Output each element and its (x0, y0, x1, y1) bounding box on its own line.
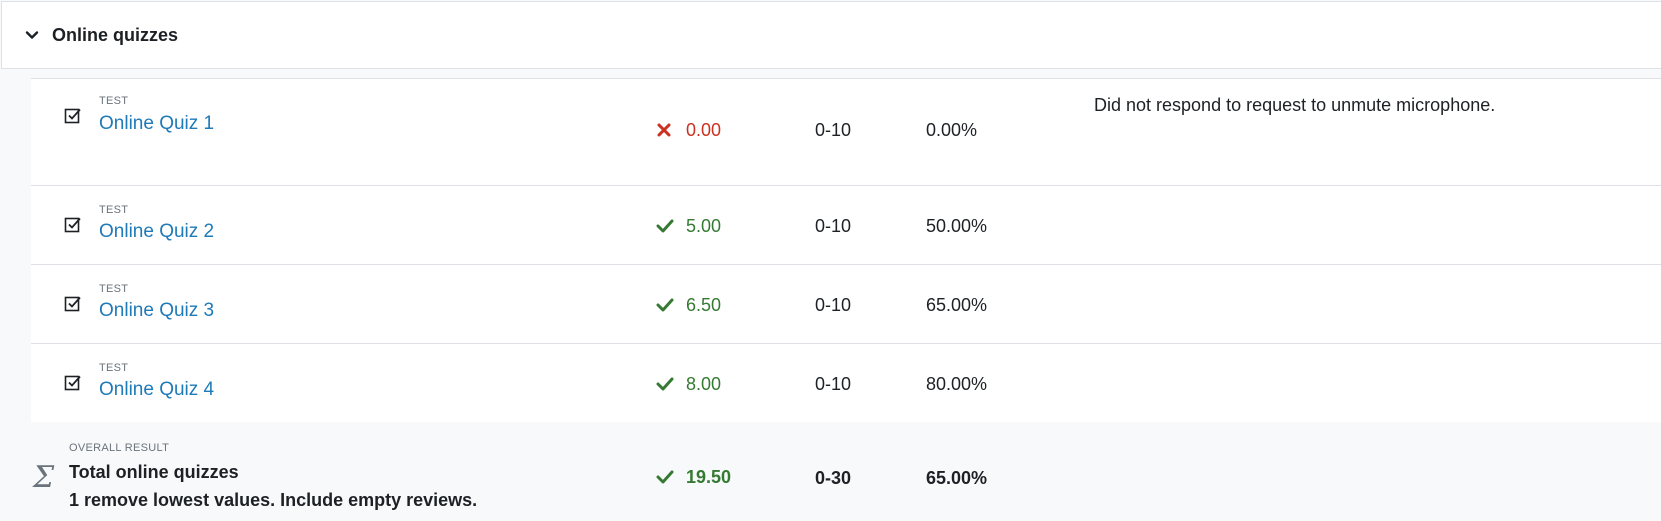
item-link-online-quiz-1[interactable]: Online Quiz 1 (99, 113, 214, 135)
check-icon (656, 376, 674, 394)
grade-value: 5.00 (656, 216, 721, 237)
total-aggregation-note: 1 remove lowest values. Include empty re… (69, 490, 478, 510)
grade-item-row: TEST Online Quiz 1 0.00 0-10 0.00% Did n… (31, 78, 1661, 186)
quiz-icon (64, 107, 82, 125)
total-row: Σ OVERALL RESULT Total online quizzes 1 … (31, 422, 1661, 521)
item-type-label: TEST (99, 204, 129, 216)
grade-item-row: TEST Online Quiz 3 6.50 0-10 65.00% (31, 265, 1661, 344)
grade-percentage: 80.00% (926, 374, 988, 394)
cross-icon (656, 122, 674, 140)
total-title: Total online quizzes (69, 462, 239, 482)
item-type-label: TEST (99, 283, 129, 295)
grade-number: 5.00 (686, 216, 722, 236)
total-type-label: OVERALL RESULT (69, 442, 170, 454)
grade-value: 0.00 (656, 120, 721, 141)
grade-percentage: 65.00% (926, 295, 988, 315)
item-type-label: TEST (99, 362, 129, 374)
section-title: Online quizzes (52, 24, 179, 45)
check-icon (656, 297, 674, 315)
quiz-icon (64, 295, 82, 313)
item-link-online-quiz-4[interactable]: Online Quiz 4 (99, 379, 214, 401)
total-range: 0-30 (815, 468, 852, 488)
total-grade-number: 19.50 (686, 467, 732, 487)
grade-percentage: 50.00% (926, 216, 988, 236)
section-header[interactable]: Online quizzes (1, 1, 1661, 69)
total-percentage: 65.00% (926, 468, 988, 488)
quiz-icon (64, 374, 82, 392)
grade-value: 6.50 (656, 295, 721, 316)
grade-percentage: 0.00% (926, 120, 978, 140)
grade-value: 8.00 (656, 374, 721, 395)
grade-range: 0-10 (815, 374, 852, 394)
grade-number: 8.00 (686, 374, 722, 394)
grade-number: 6.50 (686, 295, 722, 315)
total-grade-value: 19.50 (656, 467, 731, 488)
check-icon (656, 218, 674, 236)
grade-item-row: TEST Online Quiz 2 5.00 0-10 50.00% (31, 186, 1661, 265)
item-link-online-quiz-2[interactable]: Online Quiz 2 (99, 221, 214, 243)
grade-range: 0-10 (815, 216, 852, 236)
grade-feedback: Did not respond to request to unmute mic… (1094, 95, 1496, 115)
chevron-down-icon[interactable] (24, 27, 40, 43)
grade-range: 0-10 (815, 120, 852, 140)
check-icon (656, 469, 674, 487)
grade-range: 0-10 (815, 295, 852, 315)
sigma-icon: Σ (33, 460, 55, 495)
quiz-icon (64, 216, 82, 234)
grade-item-row: TEST Online Quiz 4 8.00 0-10 80.00% (31, 344, 1661, 423)
grade-number: 0.00 (686, 120, 722, 140)
grade-items-list: TEST Online Quiz 1 0.00 0-10 0.00% Did n… (31, 78, 1661, 423)
item-type-label: TEST (99, 95, 129, 107)
item-link-online-quiz-3[interactable]: Online Quiz 3 (99, 300, 214, 322)
